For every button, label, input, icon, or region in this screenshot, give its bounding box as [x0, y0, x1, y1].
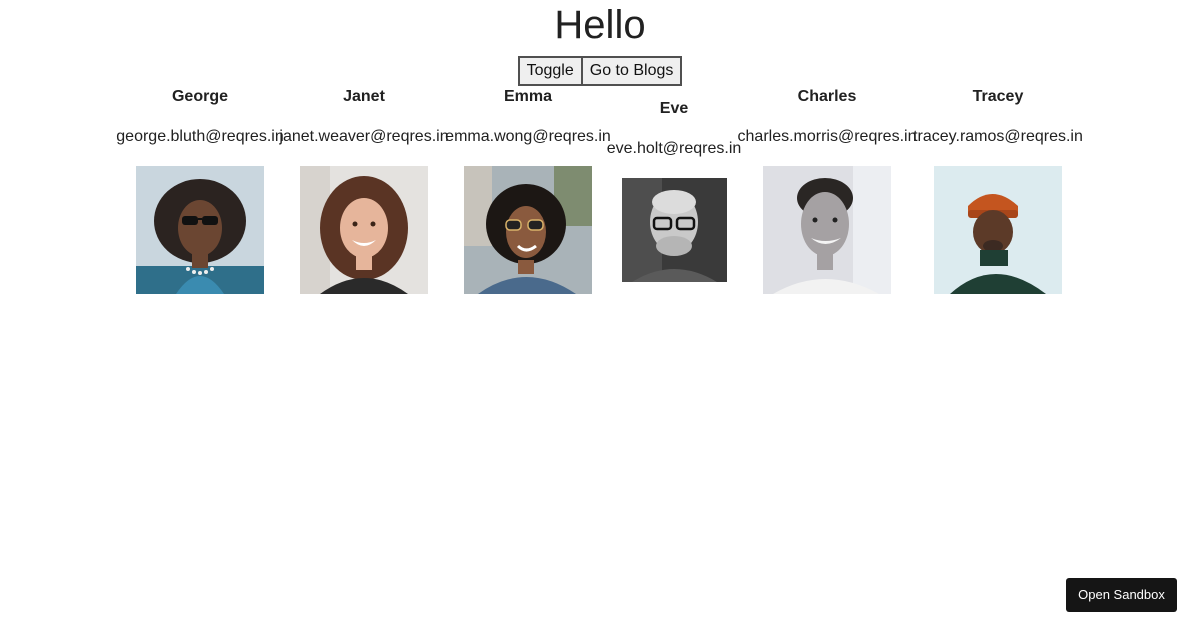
janet-avatar	[300, 166, 428, 294]
open-sandbox-button[interactable]: Open Sandbox	[1066, 578, 1177, 612]
page: Hello Toggle Go to Blogs George george.bl…	[0, 0, 1200, 630]
user-name: George	[171, 88, 228, 105]
user-name: Janet	[343, 88, 385, 105]
user-card: Eve	[592, 99, 756, 119]
user-card: Janet	[282, 87, 446, 107]
user-name: Charles	[797, 88, 857, 105]
eve-avatar	[622, 178, 727, 282]
user-card: Charles	[745, 87, 909, 107]
user-email-wrap: tracey.ramos@reqres.in	[898, 127, 1098, 147]
george-avatar	[136, 166, 264, 294]
user-email: tracey.ramos@reqres.in	[913, 128, 1083, 145]
user-card: Emma	[446, 87, 610, 107]
charles-avatar	[763, 166, 891, 294]
user-card: George	[118, 87, 282, 107]
emma-avatar	[464, 166, 592, 294]
user-card: Tracey	[916, 87, 1080, 107]
user-name: Tracey	[972, 88, 1024, 105]
tracey-avatar	[934, 166, 1062, 294]
user-name: Emma	[503, 88, 553, 105]
user-name: Eve	[659, 100, 689, 117]
user-list: George george.bluth@reqres.in Janet jane…	[0, 0, 1200, 630]
